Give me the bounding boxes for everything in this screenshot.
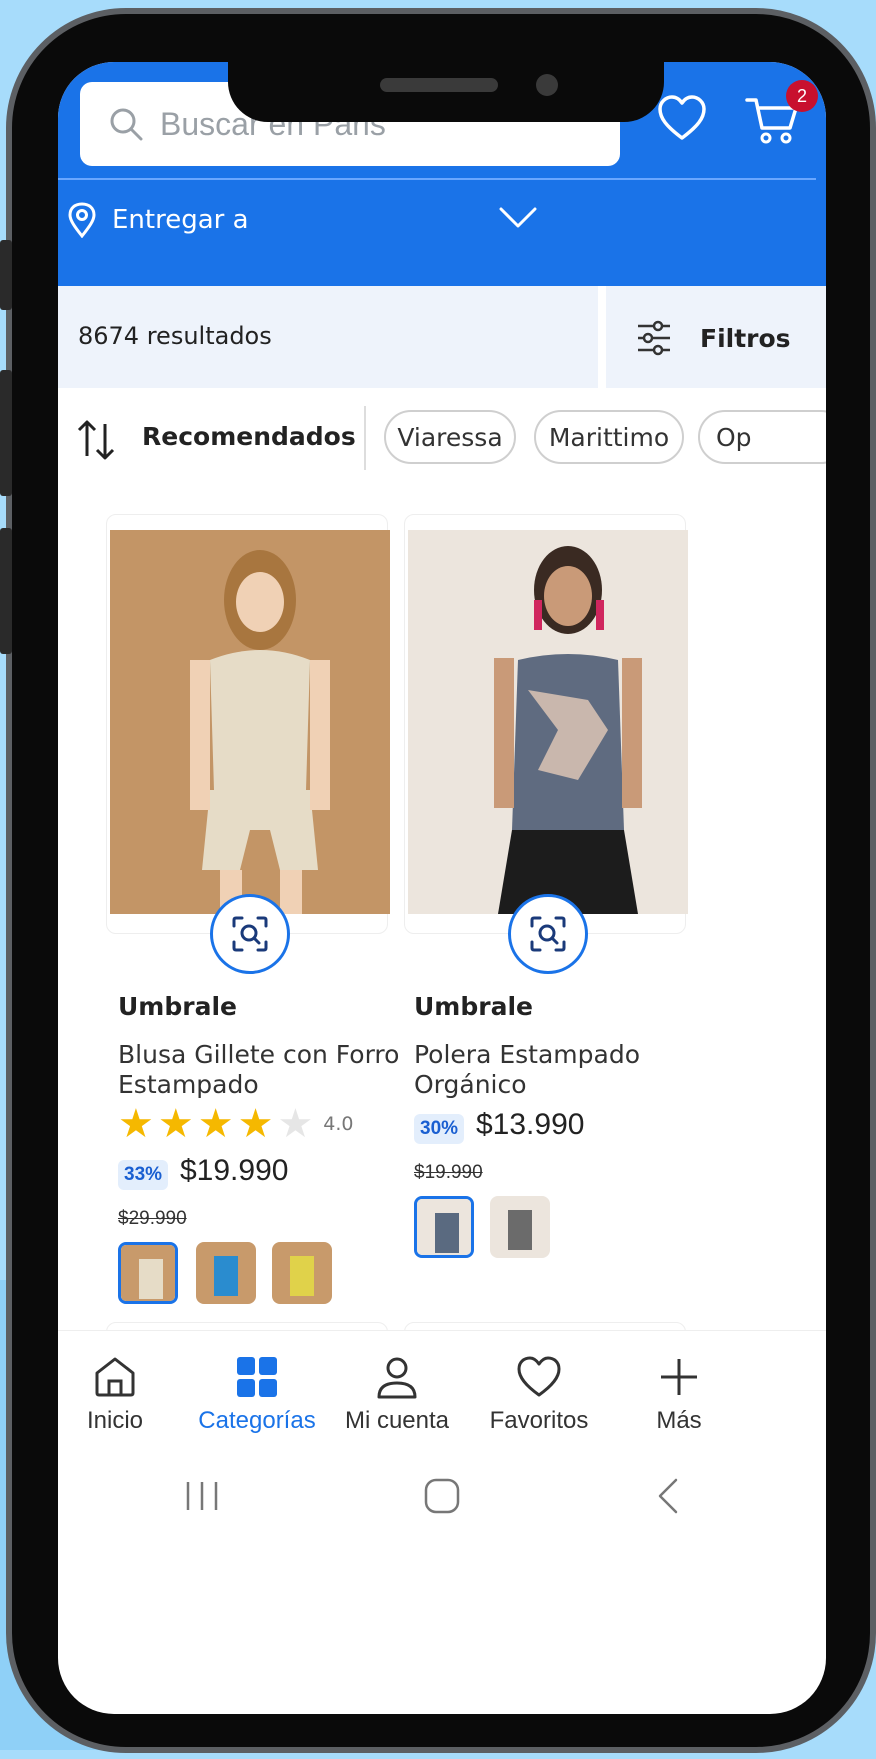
product-brand: Umbrale [118, 992, 237, 1021]
results-bar: 8674 resultados Filtros [58, 286, 826, 388]
star-icon: ★ [157, 1101, 194, 1147]
image-search-button[interactable] [508, 894, 588, 974]
favorites-heart-icon[interactable] [656, 92, 708, 144]
product-name-line: Orgánico [414, 1070, 527, 1099]
user-icon [377, 1357, 417, 1399]
filters-button[interactable]: Filtros [636, 310, 791, 366]
star-empty-icon: ★ [277, 1101, 314, 1147]
categories-grid-icon [237, 1357, 277, 1397]
plus-icon [661, 1359, 697, 1395]
speaker-grille [380, 78, 498, 92]
discount-badge: 30% [414, 1114, 465, 1144]
chip-op[interactable]: Op [698, 410, 826, 464]
front-camera [536, 74, 558, 96]
filters-label: Filtros [700, 323, 791, 353]
deliver-label: Entregar a [112, 205, 249, 235]
system-navigation-bar [58, 1448, 826, 1558]
deliver-to-selector[interactable]: Entregar a [66, 190, 566, 250]
phone-side-button [0, 370, 12, 496]
nav-mi-cuenta[interactable]: Mi cuenta [322, 1353, 472, 1435]
cart-count-badge: 2 [786, 80, 818, 112]
sort-label[interactable]: Recomendados [142, 422, 356, 451]
back-icon[interactable] [648, 1476, 688, 1516]
product-name-line: Estampado [118, 1070, 259, 1099]
color-swatch[interactable] [118, 1242, 178, 1304]
nav-mas[interactable]: Más [604, 1353, 754, 1435]
sort-row: Recomendados Viaressa Marittimo Op [58, 388, 826, 488]
sliders-icon [638, 320, 670, 356]
discount-badge: 33% [118, 1160, 169, 1190]
phone-side-button [0, 240, 12, 310]
product-old-price: $29.990 [118, 1208, 187, 1229]
sort-divider [364, 406, 366, 470]
star-rating: ★ ★ ★ ★ ★ 4.0 [118, 1104, 354, 1144]
search-icon [110, 108, 143, 141]
results-count: 8674 resultados [78, 322, 272, 350]
product-brand: Umbrale [414, 992, 533, 1021]
chip-marittimo[interactable]: Marittimo [534, 410, 684, 464]
image-search-button[interactable] [210, 894, 290, 974]
product-name[interactable]: Polera Estampado Orgánico [414, 1040, 704, 1100]
header-divider [58, 178, 816, 180]
color-swatch[interactable] [414, 1196, 474, 1258]
home-icon [95, 1357, 135, 1397]
chevron-down-icon[interactable] [498, 206, 538, 230]
image-search-icon [232, 916, 268, 952]
sort-icon[interactable] [76, 418, 116, 462]
image-search-icon [530, 916, 566, 952]
app-screen: Buscar en Paris 2 Entregar a 8674 result… [58, 62, 826, 1714]
product-price: $19.990 [180, 1154, 289, 1187]
rating-value: 4.0 [323, 1113, 354, 1135]
product-name-line: Blusa Gillete con Forro [118, 1040, 400, 1069]
nav-label: Mi cuenta [344, 1407, 450, 1434]
nav-inicio[interactable]: Inicio [58, 1353, 190, 1435]
nav-label: Categorías [198, 1407, 316, 1434]
chip-viaressa[interactable]: Viaressa [384, 410, 516, 464]
product-image[interactable] [408, 530, 688, 914]
product-name-line: Polera Estampado [414, 1040, 641, 1069]
nav-categorias[interactable]: Categorías [182, 1353, 332, 1435]
results-divider [598, 286, 606, 388]
heart-icon [517, 1356, 561, 1397]
recent-apps-icon[interactable] [182, 1476, 222, 1516]
phone-notch [228, 62, 664, 122]
star-icon: ★ [197, 1101, 234, 1147]
color-swatch[interactable] [196, 1242, 256, 1304]
phone-side-button [0, 528, 12, 654]
nav-label: Más [656, 1407, 702, 1434]
bottom-navigation: Inicio Categorías Mi cuenta Favoritos Má… [58, 1330, 826, 1448]
nav-label: Inicio [86, 1407, 144, 1434]
star-icon: ★ [237, 1101, 274, 1147]
location-pin-icon [68, 202, 96, 238]
nav-favoritos[interactable]: Favoritos [464, 1353, 614, 1435]
color-swatch[interactable] [490, 1196, 550, 1258]
product-old-price: $19.990 [414, 1162, 483, 1183]
color-swatch[interactable] [272, 1242, 332, 1304]
product-name[interactable]: Blusa Gillete con Forro Estampado [118, 1040, 408, 1100]
home-system-icon[interactable] [422, 1476, 462, 1516]
star-icon: ★ [118, 1101, 154, 1147]
nav-label: Favoritos [489, 1407, 589, 1434]
product-image[interactable] [110, 530, 390, 914]
product-price: $13.990 [476, 1108, 585, 1141]
